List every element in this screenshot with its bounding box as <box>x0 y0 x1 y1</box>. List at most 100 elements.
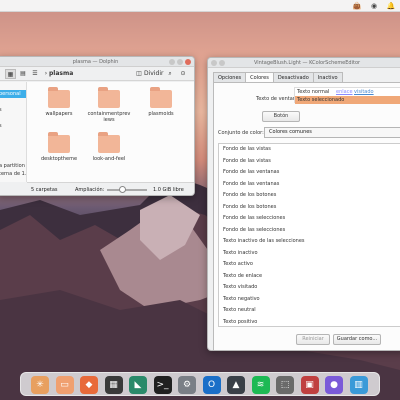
folder-item[interactable]: plasmoids <box>139 87 183 117</box>
visited-text-preview: visitado <box>354 89 374 95</box>
minimize-button[interactable] <box>169 59 175 65</box>
folder-item[interactable]: desktoptheme <box>37 132 81 162</box>
color-role-item[interactable]: Fondo de las vistas <box>219 156 400 168</box>
sidebar-item[interactable] <box>0 154 26 162</box>
preview-button[interactable]: Botón <box>262 111 300 122</box>
split-icon[interactable]: ◫ <box>134 69 144 79</box>
normal-text-preview: Texto normal <box>297 89 330 95</box>
color-role-item[interactable]: Texto de enlace <box>219 271 400 283</box>
dolphin-toolbar: ▦ ▤ ☰ › plasma ◫ Dividir ⌕ ⊙ <box>0 67 194 81</box>
folder-item[interactable]: wallpapers <box>37 87 81 117</box>
tab-inactive[interactable]: Inactivo <box>312 72 343 82</box>
paint-icon[interactable]: ● <box>325 376 343 394</box>
color-role-item[interactable]: Fondo de las ventanas <box>219 179 400 191</box>
color-role-item[interactable]: Fondo de los botones <box>219 190 400 202</box>
sidebar-item[interactable]: terna de 1... <box>0 170 26 178</box>
save-as-button[interactable]: Guardar como... <box>333 334 381 345</box>
color-role-item[interactable]: Texto negativo <box>219 294 400 306</box>
editor-tabs: Opciones Colores Desactivado Inactivo <box>213 72 343 82</box>
tab-options[interactable]: Opciones <box>213 72 247 82</box>
folder-icon <box>48 132 70 153</box>
sidebar-item[interactable]: s <box>0 122 26 130</box>
color-role-item[interactable]: Texto positivo <box>219 317 400 329</box>
sidebar-item[interactable]: a partition <box>0 162 26 170</box>
terminal-icon[interactable]: >_ <box>153 376 172 394</box>
icon-view-icon[interactable]: ▦ <box>5 69 16 79</box>
sidebar-item[interactable] <box>0 82 26 90</box>
outlook-icon[interactable]: O <box>202 376 221 394</box>
folder-icon <box>98 87 120 108</box>
item-count: 5 carpetas <box>31 187 58 193</box>
color-role-item[interactable]: Fondo de las vistas <box>219 144 400 156</box>
sidebar-item[interactable] <box>0 146 26 154</box>
menu-icon[interactable]: ⊙ <box>178 69 188 79</box>
top-panel: 👜 ◉ 🔔 <box>0 0 400 12</box>
sidebar-item[interactable] <box>0 98 26 106</box>
color-set-label: Conjunto de color: <box>218 130 264 136</box>
color-scheme-editor-window: VintageBlush.Light — KColorSchemeEditor … <box>207 57 400 351</box>
sidebar-item[interactable] <box>0 130 26 138</box>
zoom-slider-handle[interactable] <box>119 186 126 193</box>
status-bar: 5 carpetas Ampliación: 1.0 GiB libre <box>27 182 194 195</box>
breadcrumb[interactable]: plasma <box>49 69 75 79</box>
spotify-icon[interactable]: ≋ <box>251 376 270 394</box>
color-role-list: Fondo de las vistas Fondo de las vistas … <box>218 143 400 327</box>
reset-button[interactable]: Reiniciar <box>296 334 330 345</box>
selection-preview: Texto seleccionado <box>295 96 400 104</box>
zoom-slider[interactable] <box>107 186 147 193</box>
color-role-item[interactable]: Texto inactivo de las selecciones <box>219 236 400 248</box>
folder-icon <box>98 132 120 153</box>
trash-icon[interactable]: ▥ <box>349 376 368 394</box>
apps-grid-icon[interactable]: ▦ <box>104 376 123 394</box>
window-title: VintageBlush.Light — KColorSchemeEditor <box>253 60 361 66</box>
sidebar-item[interactable]: s <box>0 106 26 114</box>
zoom-label: Ampliación: <box>75 187 105 193</box>
bell-icon[interactable]: 🔔 <box>386 1 396 11</box>
color-role-item[interactable]: Texto visitado <box>219 282 400 294</box>
close-button[interactable] <box>185 59 191 65</box>
color-role-item[interactable]: Texto activo <box>219 259 400 271</box>
color-role-item[interactable]: Texto inactivo <box>219 248 400 260</box>
color-role-item[interactable]: Fondo de las selecciones <box>219 213 400 225</box>
color-role-item[interactable]: Fondo de las selecciones <box>219 225 400 237</box>
launcher-icon[interactable]: ✳ <box>31 376 49 394</box>
store-icon[interactable]: ▣ <box>300 376 319 394</box>
maximize-button[interactable] <box>177 59 183 65</box>
color-role-item[interactable]: Fondo de los botones <box>219 202 400 214</box>
bag-icon[interactable]: 👜 <box>352 1 362 11</box>
colors-panel: Texto de ventana Texto normal enlace vis… <box>213 82 400 350</box>
folder-icon <box>150 87 172 108</box>
account-icon[interactable]: ◉ <box>369 1 379 11</box>
color-role-item[interactable]: Fondo de las ventanas <box>219 167 400 179</box>
window-title: plasma — Dolphin <box>72 59 119 65</box>
folder-icon <box>48 87 70 108</box>
file-view: wallpapers containmentpreviews plasmoids… <box>27 82 194 182</box>
selected-text-preview: Texto seleccionado <box>297 97 345 103</box>
color-role-item[interactable]: Texto neutral <box>219 305 400 317</box>
sidebar-item-personal[interactable]: personal <box>0 90 26 98</box>
tab-colors[interactable]: Colores <box>245 72 274 82</box>
sidebar-item[interactable] <box>0 114 26 122</box>
color-set-select[interactable]: Colores comunes <box>264 127 400 138</box>
search-icon[interactable]: ⌕ <box>165 69 175 79</box>
folder-item[interactable]: containmentpreviews <box>87 87 131 123</box>
split-button[interactable]: Dividir <box>144 69 164 79</box>
editor-titlebar: VintageBlush.Light — KColorSchemeEditor <box>208 58 400 68</box>
link-text-preview: enlace <box>336 89 353 95</box>
software-icon[interactable]: ◆ <box>80 376 98 394</box>
detail-view-icon[interactable]: ☰ <box>30 69 40 79</box>
screenshot-icon[interactable]: ⬚ <box>276 376 294 394</box>
vpn-icon[interactable]: ▲ <box>227 376 245 394</box>
minimize-button[interactable] <box>211 60 217 66</box>
maximize-button[interactable] <box>219 60 225 66</box>
tab-disabled[interactable]: Desactivado <box>272 72 314 82</box>
folder-item[interactable]: look-and-feel <box>87 132 131 162</box>
photo-icon[interactable]: ◣ <box>129 376 147 394</box>
compact-view-icon[interactable]: ▤ <box>18 69 28 79</box>
sidebar-item[interactable] <box>0 138 26 146</box>
files-icon[interactable]: ▭ <box>55 376 74 394</box>
settings-icon[interactable]: ⚙ <box>178 376 196 394</box>
free-space: 1.0 GiB libre <box>153 187 184 193</box>
places-sidebar: personal s s a partition terna de 1... <box>0 82 27 182</box>
dock: ✳ ▭ ◆ ▦ ◣ >_ ⚙ O ▲ ≋ ⬚ ▣ ● ▥ <box>20 372 380 396</box>
